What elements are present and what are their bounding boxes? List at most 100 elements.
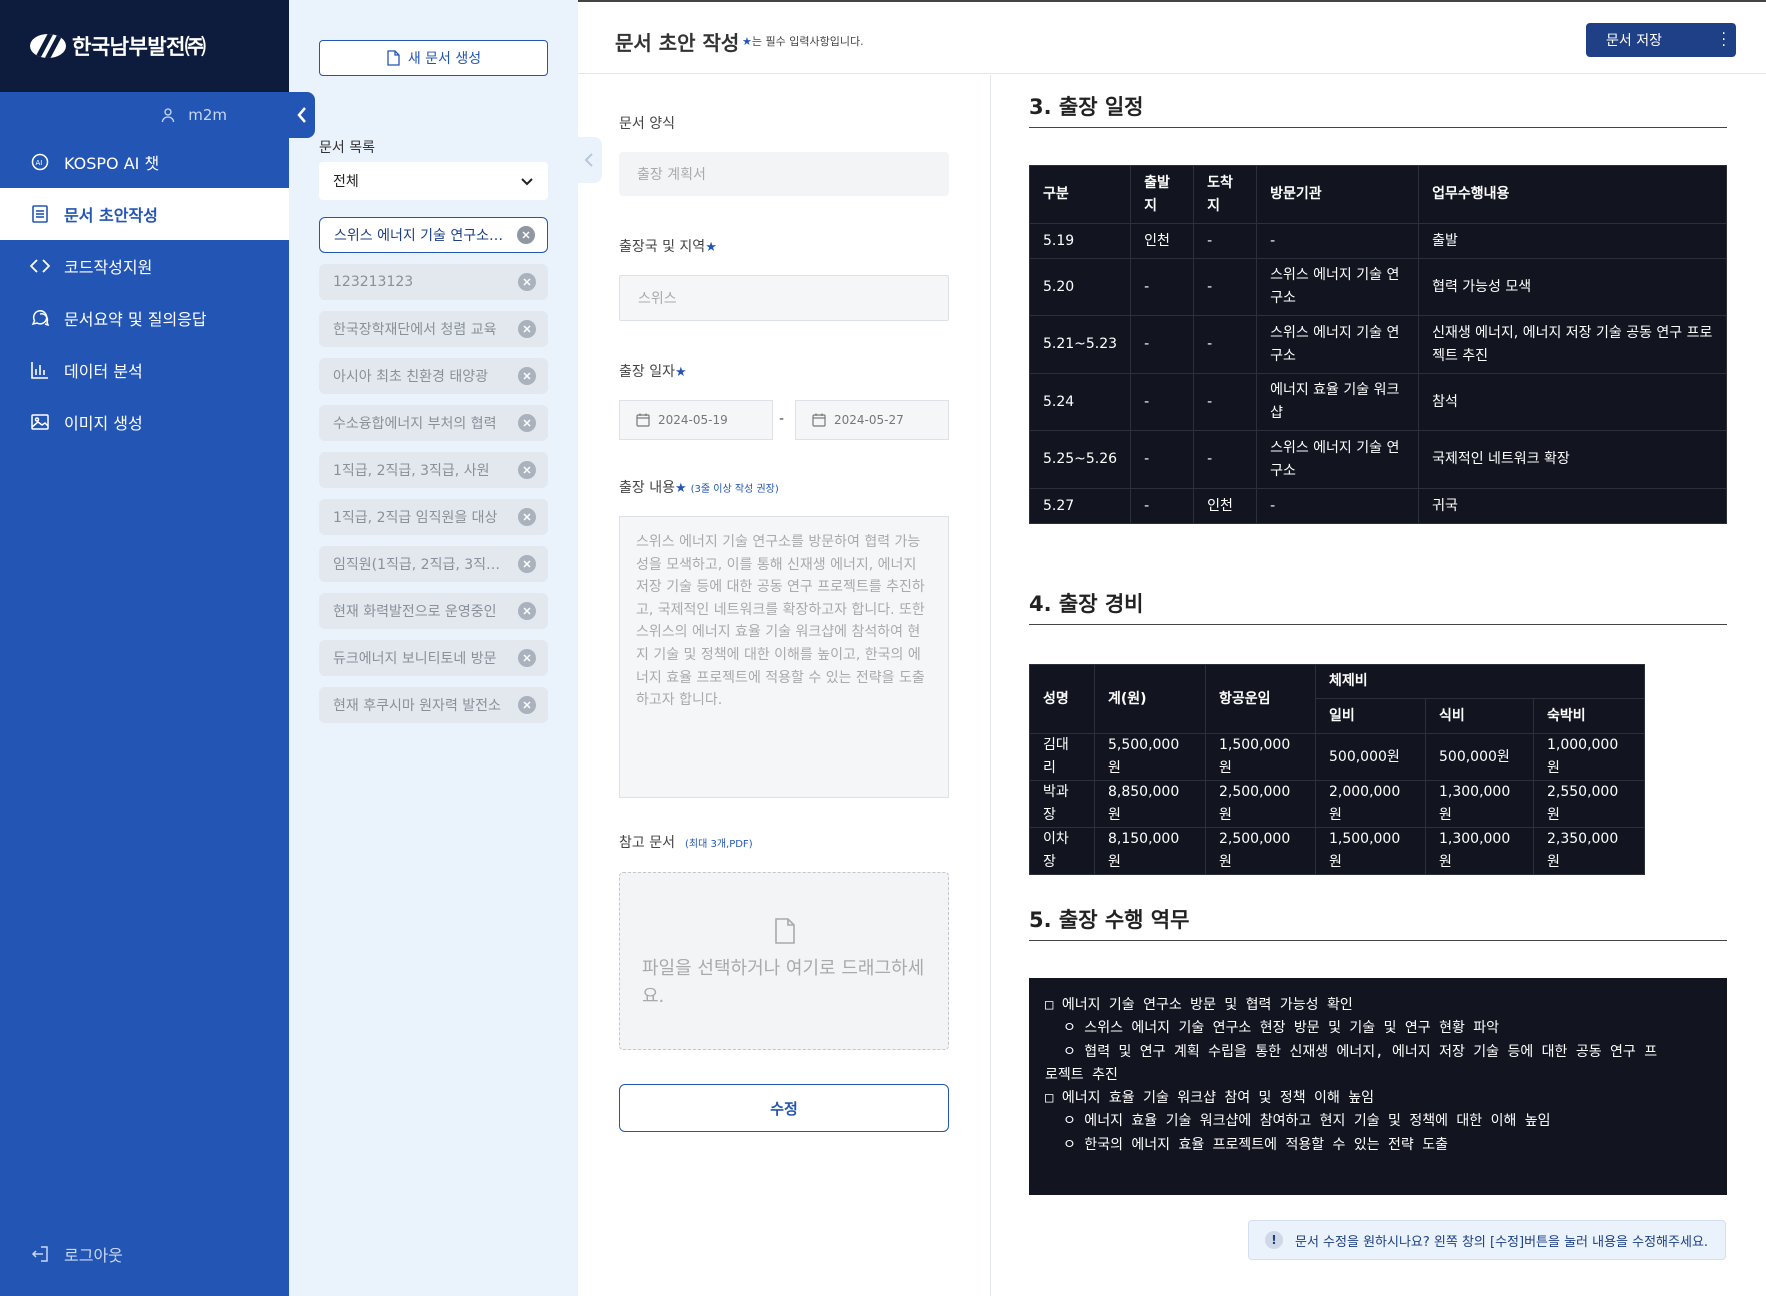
table-row: 5.25~5.26 - - 스위스 에너지 기술 연구소 국제적인 네트워크 확… [1028, 430, 1727, 489]
table-cell: 박과장 [1029, 780, 1095, 828]
end-date-input[interactable]: 2024-05-27 [795, 400, 949, 440]
table-cell: - [1130, 315, 1195, 374]
template-value: 출장 계획서 [637, 167, 706, 183]
document-list-item[interactable]: 1직급, 2직급 임직원을 대상 [319, 499, 548, 535]
nav-label: 이미지 생성 [64, 414, 143, 433]
reference-label: 참고 문서 (최대 3개,PDF) [619, 832, 753, 852]
content-label-text: 출장 내용 [619, 480, 675, 496]
file-icon [775, 918, 795, 944]
duty-line: □ 에너지 효율 기술 워크샵 참여 및 정책 이해 높임 [1045, 1090, 1375, 1107]
table-cell: 1,300,000원 [1425, 780, 1534, 828]
delete-document-icon[interactable] [518, 696, 536, 714]
table-row: 5.20 - - 스위스 에너지 기술 연구소 협력 가능성 모색 [1028, 258, 1727, 316]
sidebar-collapse-button[interactable] [289, 92, 315, 138]
delete-document-icon[interactable] [518, 273, 536, 291]
document-list-item[interactable]: 아시아 최초 친환경 태양광 [319, 358, 548, 394]
nav-item-ai-chat[interactable]: AI KOSPO AI 챗 [0, 136, 289, 188]
nav-item-code-assist[interactable]: 코드작성지원 [0, 240, 289, 292]
page-title: 문서 초안 작성 [615, 31, 740, 55]
nav-item-image-gen[interactable]: 이미지 생성 [0, 396, 289, 448]
delete-document-icon[interactable] [518, 320, 536, 338]
delete-document-icon[interactable] [518, 555, 536, 573]
table-cell: 2,500,000원 [1205, 780, 1316, 828]
table-cell: 2,500,000원 [1205, 827, 1316, 875]
nav-item-document-draft[interactable]: 문서 초안작성 [0, 188, 289, 240]
logo-text: 한국남부발전㈜ [72, 35, 206, 59]
duties-section-title: 5. 출장 수행 역무 [1029, 904, 1727, 941]
document-list-item[interactable]: 1직급, 2직급, 3직급, 사원 [319, 452, 548, 488]
required-note-text: 는 필수 입력사항입니다. [751, 35, 864, 48]
table-cell: 귀국 [1418, 488, 1727, 524]
document-list-item[interactable]: 현재 화력발전으로 운영중인 [319, 593, 548, 629]
document-title: 1직급, 2직급 임직원을 대상 [333, 510, 498, 526]
table-cell: 이차장 [1029, 827, 1095, 875]
new-document-label: 새 문서 생성 [407, 51, 482, 67]
table-header-row: 구분 출발지 도착지 방문기관 업무수행내용 [1028, 165, 1727, 224]
table-row: 5.19 인천 - - 출발 [1028, 223, 1727, 259]
table-cell: 2,350,000원 [1533, 827, 1645, 875]
table-header-cell: 식비 [1425, 698, 1534, 734]
logout-label: 로그아웃 [64, 1246, 123, 1265]
chat-bubble-icon [30, 308, 50, 328]
logout-button[interactable]: 로그아웃 [30, 1242, 123, 1266]
document-list-item[interactable]: 스위스 에너지 기술 연구소 방문 [319, 217, 548, 253]
content-textarea[interactable]: 스위스 에너지 기술 연구소를 방문하여 협력 가능성을 모색하고, 이를 통해… [619, 516, 949, 798]
delete-document-icon[interactable] [518, 414, 536, 432]
new-file-icon [387, 50, 400, 66]
table-cell: 8,150,000원 [1094, 827, 1206, 875]
table-cell: - [1256, 488, 1420, 524]
expense-table: 성명 계(원) 항공운임 체제비 일비 식비 숙박비 김대리 5,500,000… [1029, 664, 1645, 875]
user-name: m2m [188, 106, 227, 124]
table-cell: - [1193, 223, 1258, 259]
nav-label: 문서 초안작성 [64, 206, 158, 225]
expense-section-title: 4. 출장 경비 [1029, 588, 1727, 625]
table-cell: 500,000원 [1425, 733, 1534, 781]
document-preview: 3. 출장 일정 구분 출발지 도착지 방문기관 업무수행내용 5.19 인천 … [992, 75, 1766, 1296]
sidebar: 한국남부발전㈜ m2m AI KOSPO AI 챗 문서 초안작성 코드작성지원 [0, 0, 289, 1296]
nav-item-data-analysis[interactable]: 데이터 분석 [0, 344, 289, 396]
page-header: 문서 초안 작성 ★는 필수 입력사항입니다. 문서 저장 · · · [578, 0, 1766, 74]
table-cell: 인천 [1193, 488, 1258, 524]
document-list-item[interactable]: 123213123 [319, 264, 548, 300]
list-collapse-button[interactable] [576, 137, 602, 183]
delete-document-icon[interactable] [518, 461, 536, 479]
nav-item-summary-qa[interactable]: 문서요약 및 질의응답 [0, 292, 289, 344]
drop-zone-text: 파일을 선택하거나 여기로 드래그하세요. [642, 958, 925, 1007]
logout-icon [31, 1246, 48, 1262]
table-cell: 국제적인 네트워크 확장 [1418, 430, 1727, 489]
country-input[interactable]: 스위스 [619, 275, 949, 321]
delete-document-icon[interactable] [518, 649, 536, 667]
required-star: ★ [674, 481, 687, 496]
document-list-item[interactable]: 듀크에너지 보니티토네 방문 [319, 640, 548, 676]
nav-label: 데이터 분석 [64, 362, 143, 381]
delete-document-icon[interactable] [518, 367, 536, 385]
more-options-icon[interactable]: · · · [1722, 27, 1726, 53]
table-row: 박과장 8,850,000원 2,500,000원 2,000,000원 1,3… [1029, 780, 1645, 828]
table-cell: 5.25~5.26 [1028, 430, 1132, 489]
duty-line: □ 에너지 기술 연구소 방문 및 협력 가능성 확인 [1045, 997, 1353, 1013]
start-date-input[interactable]: 2024-05-19 [619, 400, 773, 440]
country-label-text: 출장국 및 지역 [619, 239, 706, 255]
table-header-cell: 체제비 [1315, 664, 1645, 699]
save-document-button[interactable]: 문서 저장 · · · [1586, 23, 1736, 57]
duty-line: ㅇ 한국의 에너지 효율 프로젝트에 적용할 수 있는 전략 도출 [1063, 1136, 1448, 1153]
delete-document-icon[interactable] [518, 602, 536, 620]
document-list-item[interactable]: 임직원(1직급, 2직급, 3직급) [319, 546, 548, 582]
logo[interactable]: 한국남부발전㈜ [0, 0, 289, 92]
document-list-item[interactable]: 현재 후쿠시마 원자력 발전소 [319, 687, 548, 723]
document-filter-select[interactable]: 전체 [319, 162, 548, 200]
delete-document-icon[interactable] [518, 508, 536, 526]
edit-button[interactable]: 수정 [619, 1084, 949, 1132]
table-cell: 협력 가능성 모색 [1418, 258, 1727, 316]
table-header-cell: 방문기관 [1256, 165, 1420, 224]
file-drop-zone[interactable]: 파일을 선택하거나 여기로 드래그하세요. [619, 872, 949, 1050]
duties-box: □ 에너지 기술 연구소 방문 및 협력 가능성 확인 ㅇ 스위스 에너지 기술… [1029, 978, 1727, 1195]
document-title: 임직원(1직급, 2직급, 3직급) [333, 557, 503, 573]
new-document-button[interactable]: 새 문서 생성 [319, 40, 548, 76]
table-cell: 5.24 [1028, 373, 1132, 431]
document-list-item[interactable]: 수소융합에너지 부처의 협력 [319, 405, 548, 441]
document-title: 현재 후쿠시마 원자력 발전소 [333, 698, 501, 714]
document-list-item[interactable]: 한국장학재단에서 청렴 교육 [319, 311, 548, 347]
document-title: 수소융합에너지 부처의 협력 [333, 416, 497, 432]
delete-document-icon[interactable] [517, 226, 535, 244]
